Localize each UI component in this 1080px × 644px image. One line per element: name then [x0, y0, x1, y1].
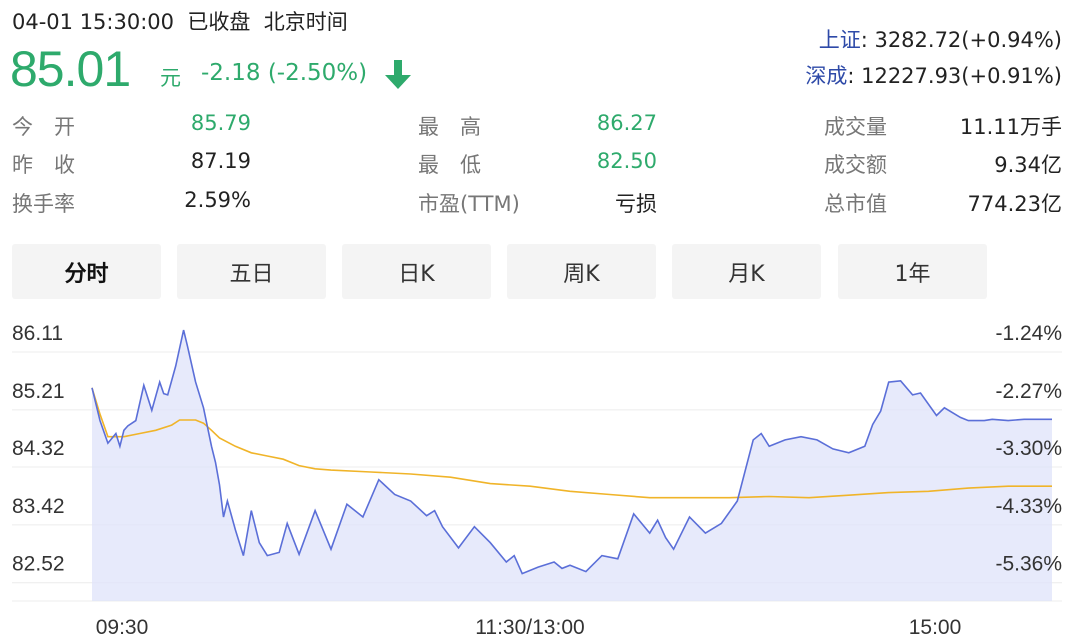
- x-tick-label: 11:30/13:00: [475, 616, 584, 639]
- price-area-fill: [92, 330, 1052, 601]
- y-tick-label: 82.52: [12, 553, 65, 576]
- y-tick-label: 86.11: [12, 322, 63, 345]
- pct-tick-label: -2.27%: [995, 380, 1062, 403]
- pct-tick-label: -3.30%: [995, 437, 1062, 460]
- pct-tick-label: -1.24%: [995, 322, 1062, 345]
- intraday-chart: 86.11 -1.24% 85.21 -2.27% 84.32 -3.30% 83.42 -4…: [12, 322, 1062, 639]
- x-tick-label: 09:30: [96, 616, 149, 639]
- x-tick-label: 15:00: [909, 616, 962, 639]
- pct-tick-label: -4.33%: [995, 495, 1062, 518]
- y-tick-label: 83.42: [12, 495, 65, 518]
- y-tick-label: 84.32: [12, 437, 65, 460]
- pct-tick-label: -5.36%: [995, 553, 1062, 576]
- y-tick-label: 85.21: [12, 380, 65, 403]
